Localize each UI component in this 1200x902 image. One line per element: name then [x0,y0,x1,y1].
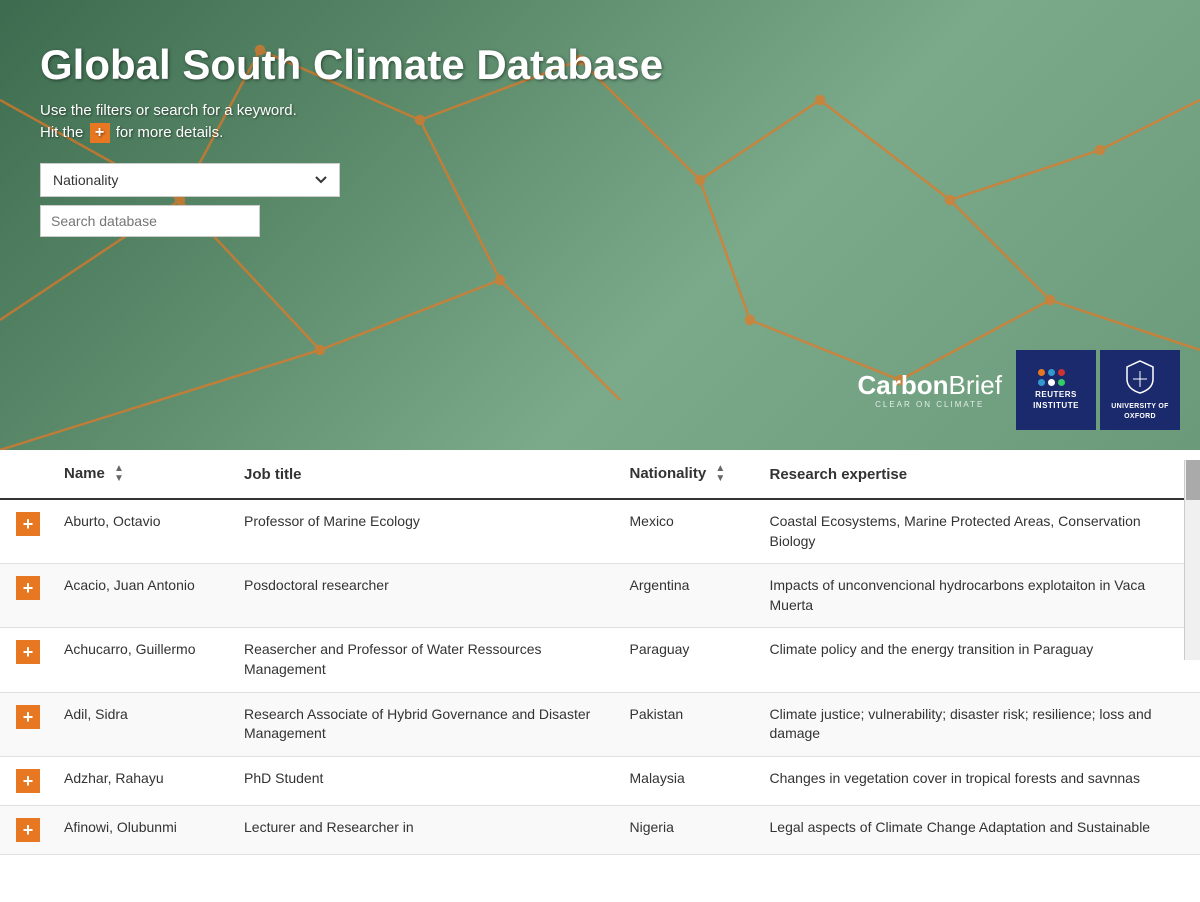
job-title-cell: Professor of Marine Ecology [228,499,614,564]
expertise-cell: Climate policy and the energy transition… [754,628,1200,692]
carbonbrief-name: Carbon [858,370,949,400]
table-container: Name ▲▼ Job title Nationality ▲▼ Researc… [0,450,1200,855]
expertise-col-header: Research expertise [754,450,1200,499]
first-name: , Olubunmi [109,819,177,835]
table-row: +Adil, SidraResearch Associate of Hybrid… [0,692,1200,756]
nationality-cell: Argentina [614,564,754,628]
job-title-cell: PhD Student [228,756,614,805]
expand-cell: + [0,628,48,692]
plus-icon-inline: + [90,123,110,143]
search-input[interactable] [40,205,260,237]
nationality-cell: Nigeria [614,805,754,854]
carbonbrief-logo: CarbonBrief CLEAR ON CLIMATE [858,371,1002,409]
expand-button[interactable]: + [16,818,40,842]
expertise-cell: Impacts of unconvencional hydrocarbons e… [754,564,1200,628]
oxford-logo: UNIVERSITY OF OXFORD [1100,350,1180,430]
table-body: +Aburto, OctavioProfessor of Marine Ecol… [0,499,1200,854]
expand-cell: + [0,564,48,628]
nationality-col-header[interactable]: Nationality ▲▼ [614,450,754,499]
name-sort-arrows: ▲▼ [114,464,124,484]
first-name: , Octavio [105,513,160,529]
results-table-section: Name ▲▼ Job title Nationality ▲▼ Researc… [0,450,1200,855]
expand-col-header [0,450,48,499]
job-title-cell: Reasercher and Professor of Water Ressou… [228,628,614,692]
last-name: Afinowi [64,819,109,835]
reuters-institute-logo: REUTERS INSTITUTE [1016,350,1096,430]
first-name: , Juan Antonio [106,577,195,593]
last-name: Acacio [64,577,106,593]
hero-logos: CarbonBrief CLEAR ON CLIMATE REUTERS INS… [858,350,1180,430]
first-name: , Rahayu [108,770,164,786]
last-name: Achucarro [64,641,128,657]
expand-cell: + [0,692,48,756]
nationality-cell: Malaysia [614,756,754,805]
scroll-thumb[interactable] [1186,460,1200,500]
hero-subtitle-2: Hit the + for more details. [40,123,1160,143]
subtitle-hit-text: Hit the [40,124,83,141]
oxford-university-text: UNIVERSITY OF [1111,403,1168,410]
oxford-label: UNIVERSITY OF OXFORD [1111,402,1168,420]
table-row: +Adzhar, RahayuPhD StudentMalaysiaChange… [0,756,1200,805]
oxford-text: OXFORD [1124,413,1156,420]
hero-banner: Global South Climate Database Use the fi… [0,0,1200,450]
expertise-cell: Coastal Ecosystems, Marine Protected Are… [754,499,1200,564]
first-name: , Sidra [87,706,127,722]
expertise-cell: Climate justice; vulnerability; disaster… [754,692,1200,756]
expand-button[interactable]: + [16,576,40,600]
nationality-cell: Mexico [614,499,754,564]
nationality-cell: Pakistan [614,692,754,756]
expertise-cell: Changes in vegetation cover in tropical … [754,756,1200,805]
job-title-cell: Posdoctoral researcher [228,564,614,628]
hero-title: Global South Climate Database [40,40,1160,90]
name-header-label: Name [64,465,105,482]
subtitle-end-text: for more details. [116,124,224,141]
job-title-cell: Lecturer and Researcher in [228,805,614,854]
table-header-row: Name ▲▼ Job title Nationality ▲▼ Researc… [0,450,1200,499]
jobtitle-header-label: Job title [244,466,302,483]
first-name: , Guillermo [128,641,196,657]
nationality-dropdown[interactable]: Nationality Afghanistan Argentina Brazil… [40,163,340,197]
results-table: Name ▲▼ Job title Nationality ▲▼ Researc… [0,450,1200,855]
name-cell: Achucarro, Guillermo [48,628,228,692]
hero-subtitle-1: Use the filters or search for a keyword. [40,102,1160,119]
expand-button[interactable]: + [16,769,40,793]
nationality-header-label: Nationality [630,465,707,482]
last-name: Aburto [64,513,105,529]
hero-content: Global South Climate Database Use the fi… [0,0,1200,277]
last-name: Adzhar [64,770,108,786]
nationality-cell: Paraguay [614,628,754,692]
expand-button[interactable]: + [16,512,40,536]
name-cell: Afinowi, Olubunmi [48,805,228,854]
name-cell: Aburto, Octavio [48,499,228,564]
table-row: +Afinowi, OlubunmiLecturer and Researche… [0,805,1200,854]
jobtitle-col-header: Job title [228,450,614,499]
table-header: Name ▲▼ Job title Nationality ▲▼ Researc… [0,450,1200,499]
table-row: +Aburto, OctavioProfessor of Marine Ecol… [0,499,1200,564]
table-row: +Acacio, Juan AntonioPosdoctoral researc… [0,564,1200,628]
expertise-cell: Legal aspects of Climate Change Adaptati… [754,805,1200,854]
scrollbar[interactable] [1184,460,1200,660]
table-row: +Achucarro, GuillermoReasercher and Prof… [0,628,1200,692]
expertise-header-label: Research expertise [770,466,908,483]
expand-cell: + [0,756,48,805]
name-cell: Adil, Sidra [48,692,228,756]
reuters-label: REUTERS INSTITUTE [1026,390,1086,411]
name-cell: Acacio, Juan Antonio [48,564,228,628]
expand-cell: + [0,499,48,564]
expand-cell: + [0,805,48,854]
expand-button[interactable]: + [16,640,40,664]
nationality-sort-arrows: ▲▼ [715,464,725,484]
last-name: Adil [64,706,87,722]
oxford-shield-icon [1125,359,1155,398]
hero-filters: Nationality Afghanistan Argentina Brazil… [40,163,1160,237]
carbonbrief-tagline: CLEAR ON CLIMATE [858,400,1002,409]
expand-button[interactable]: + [16,705,40,729]
name-col-header[interactable]: Name ▲▼ [48,450,228,499]
name-cell: Adzhar, Rahayu [48,756,228,805]
carbonbrief-name-2: Brief [949,370,1002,400]
job-title-cell: Research Associate of Hybrid Governance … [228,692,614,756]
